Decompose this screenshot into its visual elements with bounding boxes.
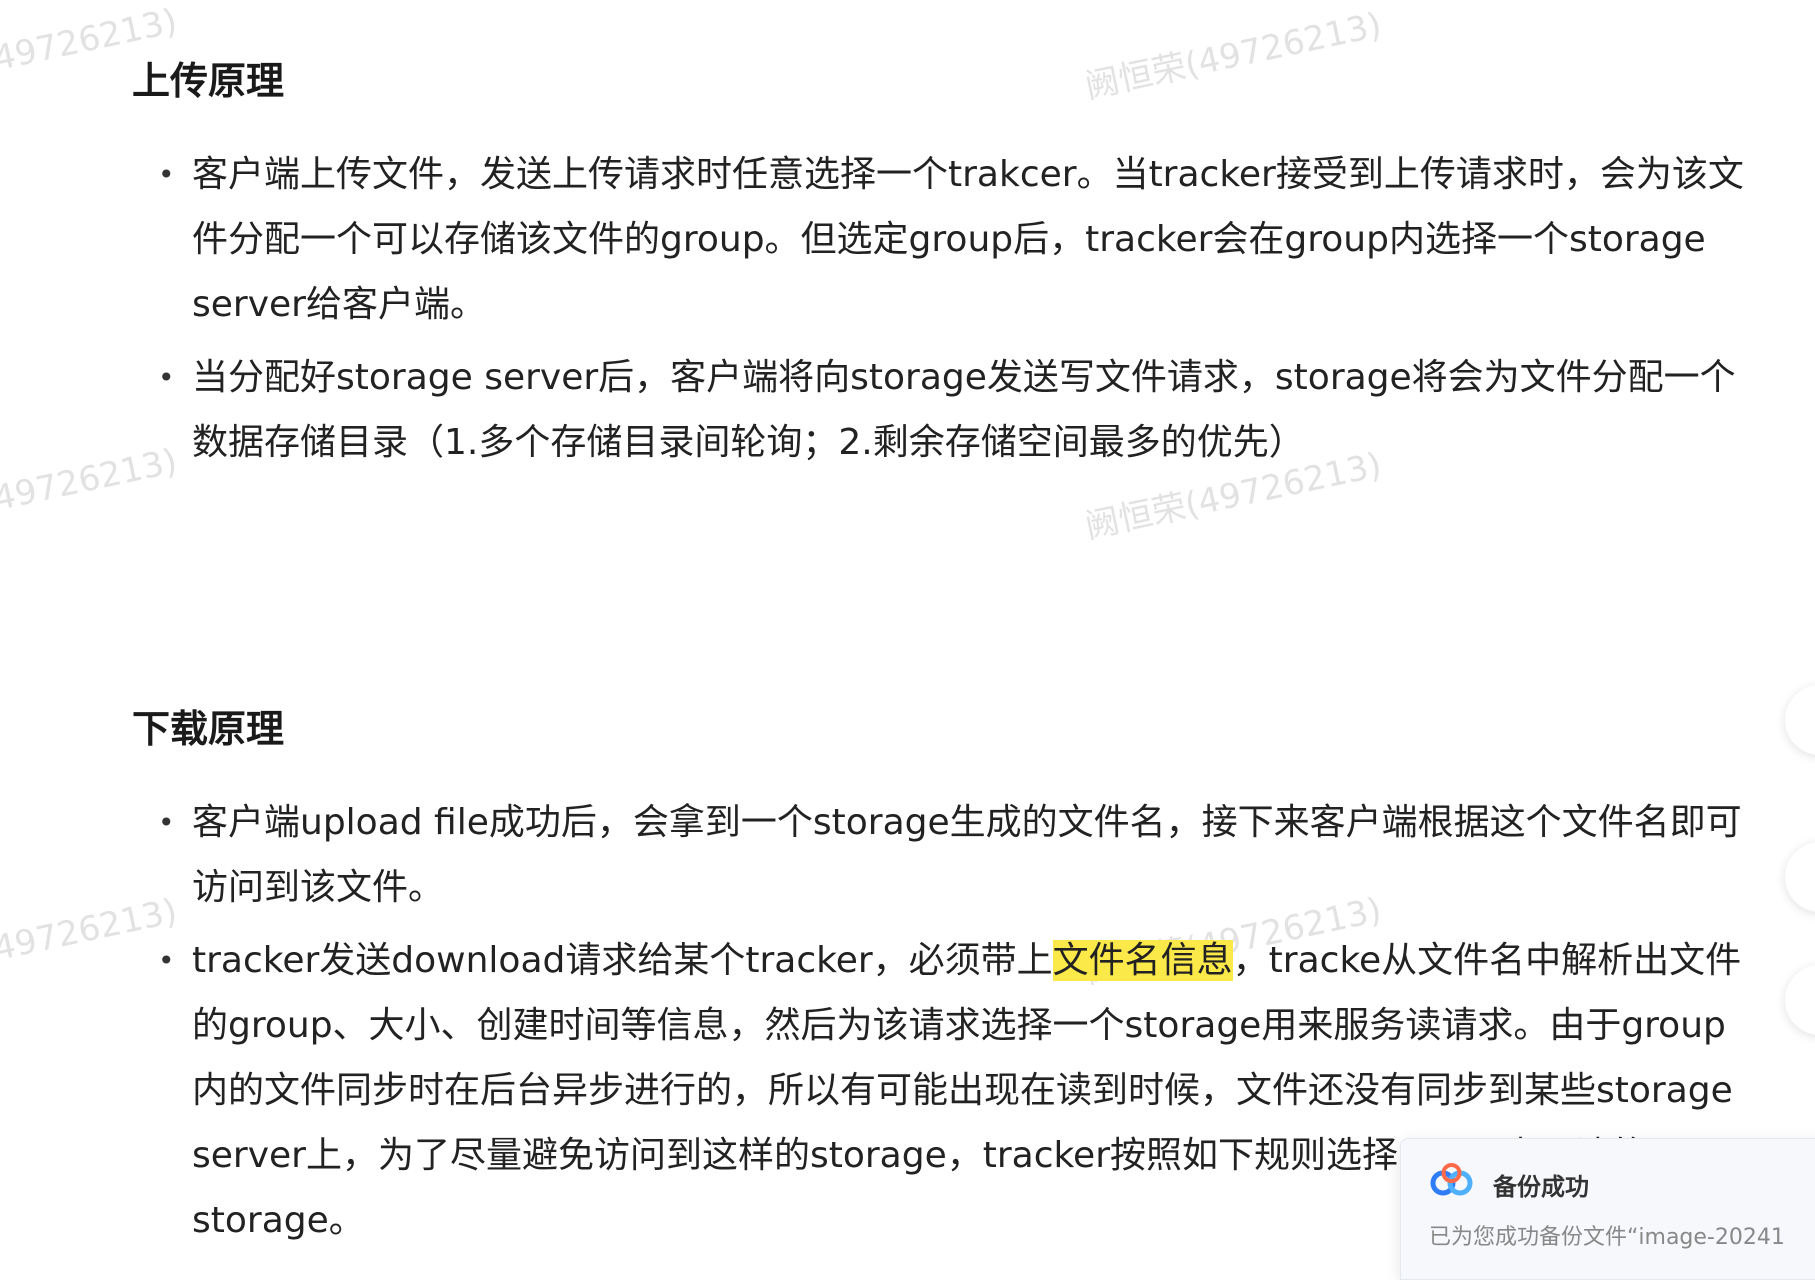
list-item: 客户端upload file成功后，会拿到一个storage生成的文件名，接下来… [158,790,1752,920]
cloud-backup-icon [1430,1163,1473,1196]
upload-bullet-list: 客户端上传文件，发送上传请求时任意选择一个trakcer。当tracker接受到… [158,142,1752,483]
backup-toast[interactable]: 备份成功 已为您成功备份文件“image-20241 [1400,1138,1815,1280]
floating-side-button[interactable] [1785,965,1815,1035]
document-page: 49726213) 阙恒荣(49726213) 49726213) 阙恒荣(49… [0,0,1815,1280]
list-item-text: tracker发送download请求给某个tracker，必须带上 [192,940,1053,981]
watermark: 阙恒荣(49726213) [1081,5,1385,107]
watermark: 49726213) [0,891,181,970]
highlighted-text: 文件名信息 [1052,940,1233,981]
floating-side-button[interactable] [1785,685,1815,755]
toast-title: 备份成功 [1493,1173,1589,1201]
watermark: 49726213) [0,441,181,520]
section-heading-download: 下载原理 [132,707,285,751]
section-heading-upload: 上传原理 [132,59,285,103]
list-item: 客户端上传文件，发送上传请求时任意选择一个trakcer。当tracker接受到… [158,142,1752,337]
list-item: 当分配好storage server后，客户端将向storage发送写文件请求，… [158,345,1752,475]
floating-side-button[interactable] [1785,842,1815,912]
toast-message: 已为您成功备份文件“image-20241 [1429,1225,1785,1250]
